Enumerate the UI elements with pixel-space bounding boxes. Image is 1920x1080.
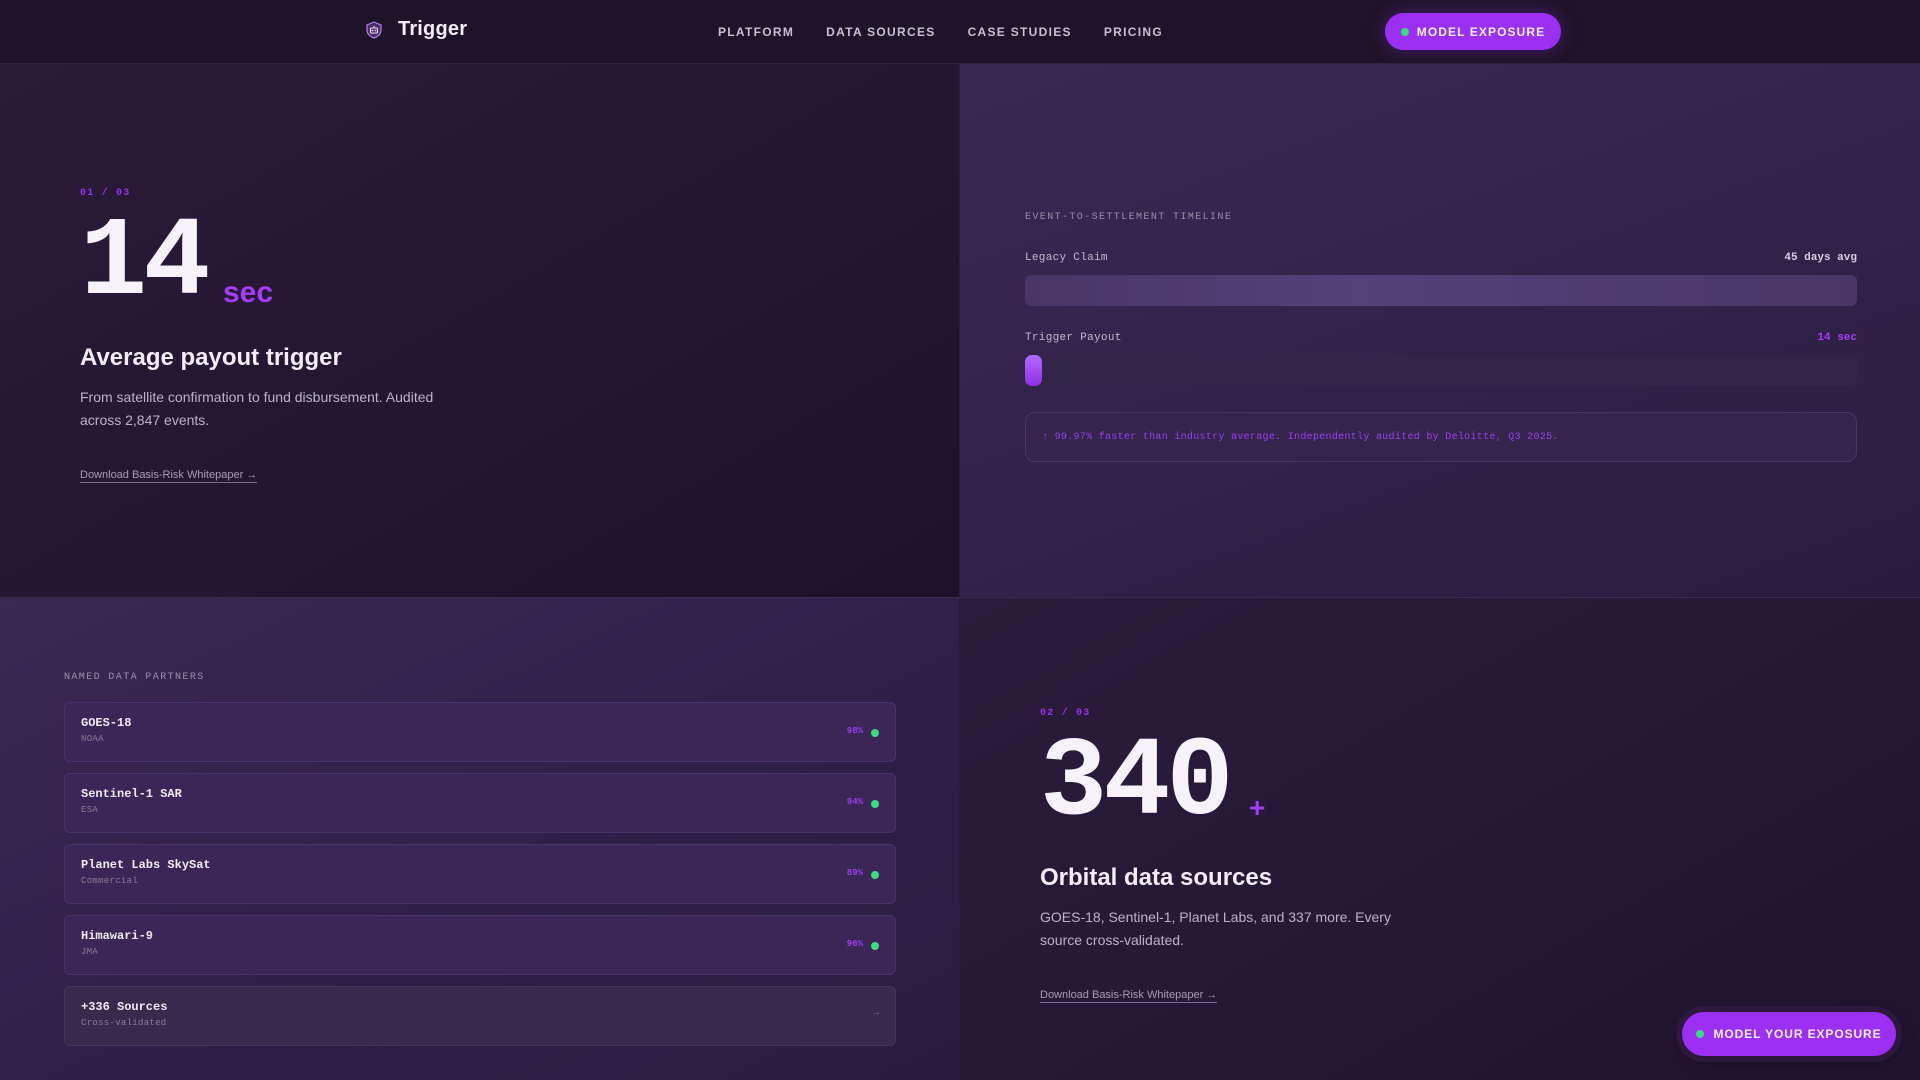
partner-pct: 98% [846, 726, 863, 736]
whitepaper-link[interactable]: Download Basis-Risk Whitepaper → [80, 469, 258, 483]
partner-card[interactable]: GOES-18 NOAA 98% [64, 702, 896, 762]
trigger-payout-bar [1025, 355, 1857, 386]
status-dot-icon [871, 942, 879, 950]
status-dot-icon [1400, 27, 1409, 36]
timeline-label: EVENT-TO-SETTLEMENT TIMELINE [1025, 212, 1233, 223]
step-indicator: 02 / 03 [1040, 708, 1091, 719]
partner-pct: 96% [846, 939, 863, 949]
partner-name: Himawari-9 [81, 929, 154, 943]
model-your-exposure-label: MODEL YOUR EXPOSURE [1713, 1027, 1882, 1041]
payout-stat-panel: 01 / 03 14 sec Average payout trigger Fr… [0, 64, 959, 597]
whitepaper-link[interactable]: Download Basis-Risk Whitepaper → [1040, 989, 1218, 1003]
partner-org: Cross-validated [81, 1018, 167, 1028]
partner-org: JMA [81, 947, 99, 957]
nav-link-case-studies[interactable]: CASE STUDIES [968, 25, 1072, 39]
trigger-payout-value: 14 sec [1817, 332, 1857, 344]
stat-unit: sec [223, 276, 274, 309]
partner-name: Sentinel-1 SAR [81, 787, 182, 801]
more-sources-card[interactable]: +336 Sources Cross-validated → [64, 986, 896, 1046]
model-your-exposure-button[interactable]: MODEL YOUR EXPOSURE [1682, 1012, 1896, 1056]
sources-stat-panel: 02 / 03 340 + Orbital data sources GOES-… [959, 597, 1920, 1080]
top-nav: Trigger PLATFORM DATA SOURCES CASE STUDI… [0, 0, 1920, 64]
stat-description: From satellite confirmation to fund disb… [80, 389, 434, 428]
nav-link-platform[interactable]: PLATFORM [718, 25, 794, 39]
status-dot-icon [871, 729, 879, 737]
legacy-claim-fill [1025, 275, 1857, 306]
brand-logo[interactable]: Trigger [364, 18, 467, 41]
trigger-payout-fill [1025, 355, 1042, 386]
model-exposure-button[interactable]: MODEL EXPOSURE [1385, 13, 1561, 50]
partner-pct: 89% [846, 868, 863, 878]
partner-card[interactable]: Himawari-9 JMA 96% [64, 915, 896, 975]
stat-description: GOES-18, Sentinel-1, Planet Labs, and 33… [1040, 909, 1391, 948]
trigger-payout-label: Trigger Payout [1025, 332, 1122, 344]
stat-value: 14 [80, 200, 210, 327]
model-exposure-label: MODEL EXPOSURE [1416, 24, 1546, 39]
partner-name: GOES-18 [81, 716, 132, 730]
legacy-claim-bar [1025, 275, 1857, 306]
legacy-claim-value: 45 days avg [1784, 252, 1857, 264]
status-dot-icon [871, 800, 879, 808]
partner-org: ESA [81, 805, 99, 815]
nav-link-data-sources[interactable]: DATA SOURCES [826, 25, 935, 39]
step-indicator: 01 / 03 [80, 188, 131, 199]
stat-title: Average payout trigger [80, 344, 342, 371]
nav-link-pricing[interactable]: PRICING [1104, 25, 1163, 39]
brand-name: Trigger [398, 18, 468, 40]
partner-name: +336 Sources [81, 1000, 168, 1014]
partner-card[interactable]: Sentinel-1 SAR ESA 94% [64, 773, 896, 833]
partners-label: NAMED DATA PARTNERS [64, 672, 205, 683]
timeline-panel: EVENT-TO-SETTLEMENT TIMELINE Legacy Clai… [959, 64, 1920, 597]
stat-value: 340 [1040, 720, 1234, 847]
stat-unit: + [1249, 792, 1266, 823]
partner-org: Commercial [81, 876, 139, 886]
audit-note: ↑ 99.97% faster than industry average. I… [1025, 412, 1857, 462]
partner-card[interactable]: Planet Labs SkySat Commercial 89% [64, 844, 896, 904]
status-dot-icon [871, 871, 879, 879]
data-partners-panel: NAMED DATA PARTNERS GOES-18 NOAA 98% Sen… [0, 597, 959, 1080]
arrow-right-icon: → [872, 1008, 879, 1019]
nav-links: PLATFORM DATA SOURCES CASE STUDIES PRICI… [718, 25, 1163, 39]
partner-org: NOAA [81, 734, 104, 744]
partner-name: Planet Labs SkySat [81, 858, 211, 872]
status-dot-icon [1696, 1030, 1705, 1038]
stat-title: Orbital data sources [1040, 864, 1273, 891]
partner-pct: 94% [846, 797, 863, 807]
legacy-claim-label: Legacy Claim [1025, 252, 1108, 264]
shield-robot-icon [364, 20, 384, 40]
